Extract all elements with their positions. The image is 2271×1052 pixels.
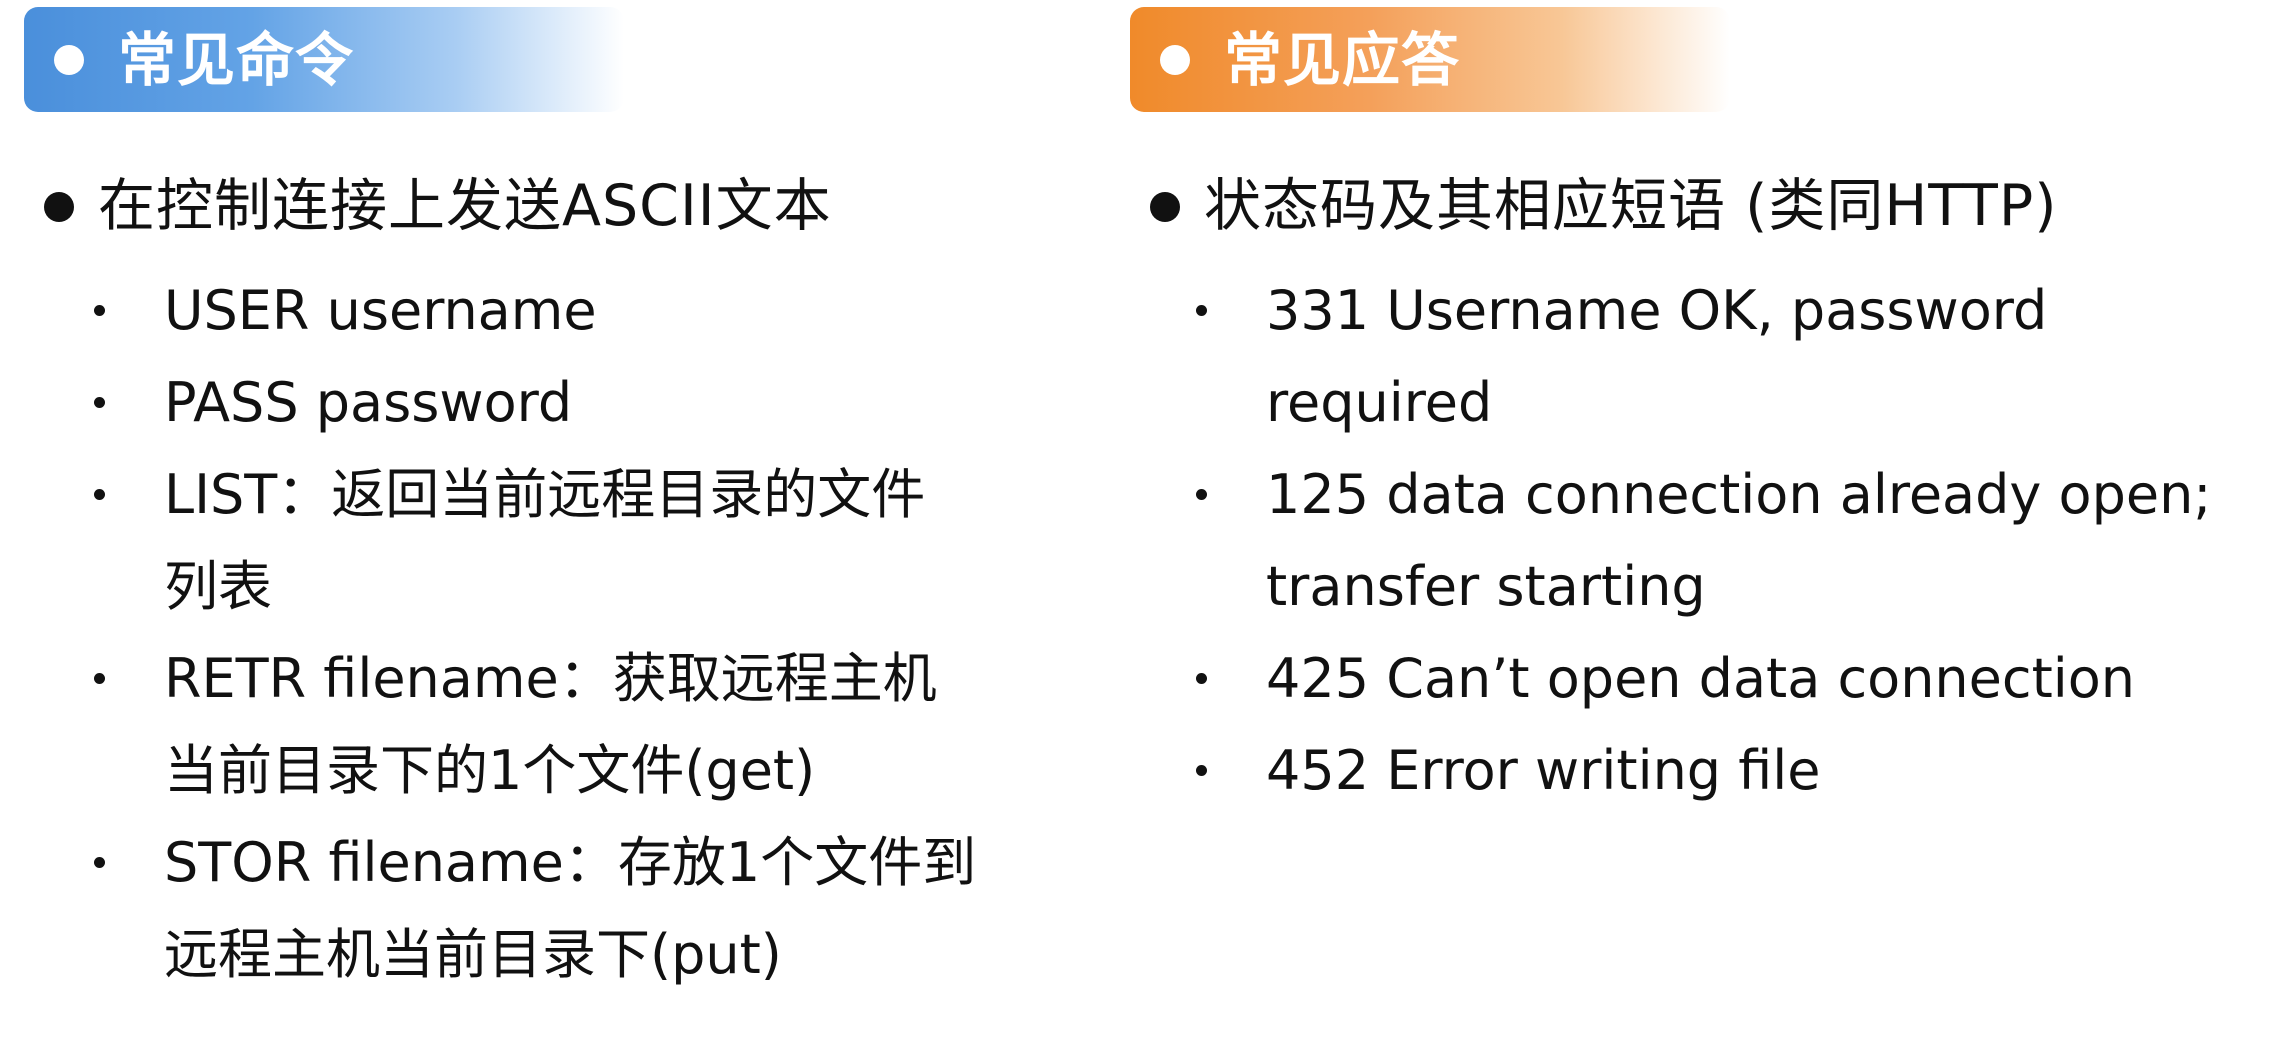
bullet-icon bbox=[94, 397, 105, 408]
list-item-text: 425 Can’t open data connection bbox=[1266, 647, 2136, 710]
header-dot-icon bbox=[54, 44, 84, 75]
commands-list: USER username PASS password LIST：返回当前远程目… bbox=[94, 265, 976, 1001]
list-item-text: USER username bbox=[164, 279, 597, 342]
list-item-text: LIST：返回当前远程目录的文件 bbox=[164, 463, 926, 526]
list-item-text: 125 data connection already open; bbox=[1266, 463, 2212, 526]
list-item-text: 452 Error writing file bbox=[1266, 739, 1821, 802]
header-dot-icon bbox=[1160, 44, 1190, 75]
bullet-icon bbox=[1196, 305, 1207, 316]
bullet-icon bbox=[94, 857, 105, 868]
responses-main-text: 状态码及其相应短语 (类同HTTP) bbox=[1204, 173, 2058, 239]
bullet-icon bbox=[94, 489, 105, 500]
list-item: RETR filename：获取远程主机 当前目录下的1个文件(get) bbox=[94, 633, 976, 817]
bullet-icon bbox=[1150, 191, 1180, 222]
bullet-icon bbox=[44, 191, 74, 222]
list-item-text-continued: 远程主机当前目录下(put) bbox=[164, 923, 782, 986]
commands-main-text: 在控制连接上发送ASCII文本 bbox=[98, 173, 832, 239]
list-item-text: STOR filename：存放1个文件到 bbox=[164, 831, 977, 894]
list-item-text-continued: transfer starting bbox=[1266, 555, 1706, 618]
list-item: 331 Username OK, password required bbox=[1196, 265, 2212, 449]
list-item-text-continued: 列表 bbox=[164, 555, 272, 618]
list-item: 452 Error writing file bbox=[1196, 725, 2212, 817]
commands-header-title: 常见命令 bbox=[118, 25, 355, 94]
list-item: 425 Can’t open data connection bbox=[1196, 633, 2212, 725]
bullet-icon bbox=[94, 673, 105, 684]
responses-list: 331 Username OK, password required 125 d… bbox=[1196, 265, 2212, 817]
responses-header-title: 常见应答 bbox=[1224, 25, 1461, 94]
list-item: PASS password bbox=[94, 357, 976, 449]
bullet-icon bbox=[1196, 673, 1207, 684]
commands-header: 常见命令 bbox=[24, 7, 624, 112]
list-item: USER username bbox=[94, 265, 976, 357]
bullet-icon bbox=[1196, 765, 1207, 776]
list-item: LIST：返回当前远程目录的文件 列表 bbox=[94, 449, 976, 633]
list-item-text: 331 Username OK, password bbox=[1266, 279, 2048, 342]
responses-main-point: 状态码及其相应短语 (类同HTTP) bbox=[1150, 178, 2057, 235]
list-item-text-continued: required bbox=[1266, 371, 1493, 434]
responses-header: 常见应答 bbox=[1130, 7, 1730, 112]
list-item: 125 data connection already open; transf… bbox=[1196, 449, 2212, 633]
bullet-icon bbox=[94, 305, 105, 316]
commands-main-point: 在控制连接上发送ASCII文本 bbox=[44, 178, 832, 235]
list-item-text: RETR filename：获取远程主机 bbox=[164, 647, 937, 710]
list-item: STOR filename：存放1个文件到 远程主机当前目录下(put) bbox=[94, 817, 976, 1001]
list-item-text-continued: 当前目录下的1个文件(get) bbox=[164, 739, 816, 802]
bullet-icon bbox=[1196, 489, 1207, 500]
list-item-text: PASS password bbox=[164, 371, 573, 434]
